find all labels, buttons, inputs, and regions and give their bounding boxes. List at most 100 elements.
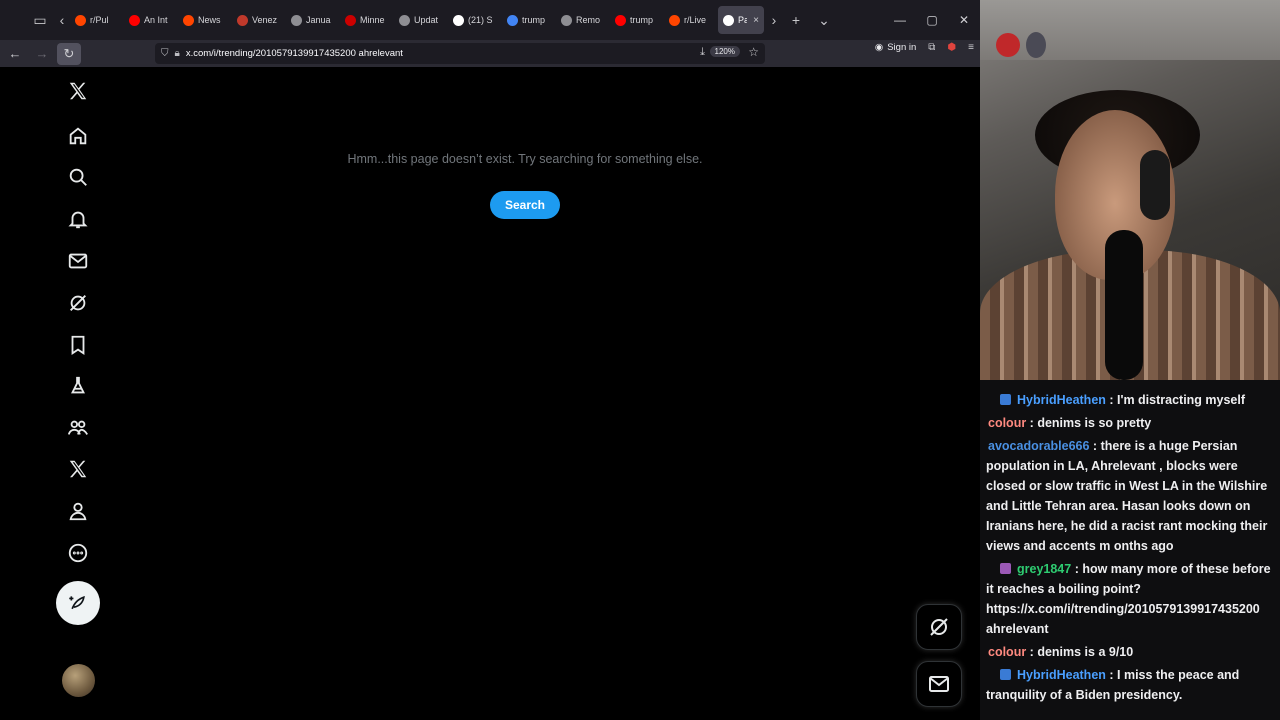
reload-icon[interactable]: ↻ (57, 42, 81, 65)
x-sidebar-nav (53, 67, 103, 720)
tab-favicon-icon (237, 14, 248, 26)
forward-icon[interactable]: → (30, 43, 54, 65)
chat-username[interactable]: HybridHeathen (1017, 393, 1106, 407)
chat-message: grey1847 : how many more of these before… (986, 559, 1280, 639)
streamer-logo-icon (996, 32, 1046, 58)
browser-tab[interactable]: Minne (340, 6, 392, 34)
browser-tab[interactable]: r/Live (664, 6, 716, 34)
extensions-icon[interactable]: ⧉ (928, 42, 935, 53)
bookmark-star-icon[interactable]: ☆ (748, 45, 759, 59)
communities-icon[interactable] (53, 410, 103, 446)
tab-label: Janua (306, 15, 331, 25)
browser-tab[interactable]: Updat (394, 6, 446, 34)
chat-message: HybridHeathen : I miss the peace and tra… (986, 665, 1280, 705)
more-options-icon[interactable] (53, 535, 103, 571)
search-button[interactable]: Search (490, 191, 560, 219)
browser-window: ▭ ‹ r/Pul An Int News Venez Janua Minne Updat (… (0, 0, 980, 720)
ublock-icon[interactable]: ⬢ (947, 42, 956, 53)
browser-tab[interactable]: trump (610, 6, 662, 34)
browser-tab[interactable]: trump (502, 6, 554, 34)
webcam-feed (980, 0, 1280, 380)
jobs-flask-icon[interactable] (53, 368, 103, 404)
url-bar[interactable]: ⛉ 🔒︎ x.com/i/trending/201057913991743520… (155, 43, 765, 64)
chat-badge-icon (1000, 394, 1011, 405)
chat-username[interactable]: colour (988, 645, 1026, 659)
tab-bar: ▭ ‹ r/Pul An Int News Venez Janua Minne Updat (… (0, 0, 980, 40)
browser-tab[interactable]: Venez (232, 6, 284, 34)
minimize-icon[interactable]: — (884, 0, 916, 40)
tab-favicon-icon (669, 14, 680, 26)
tab-overview-icon[interactable]: ▭ (26, 6, 54, 34)
shield-icon[interactable]: ⛉ (161, 48, 169, 59)
chat-username[interactable]: avocadorable666 (988, 439, 1089, 453)
download-icon[interactable]: ⤓ (700, 46, 705, 59)
tab-label: News (198, 15, 221, 25)
chat-username[interactable]: colour (988, 416, 1026, 430)
chat-message: colour : denims is a 9/10 (986, 642, 1280, 662)
tab-favicon-icon (291, 14, 302, 26)
browser-tab[interactable]: r/Pul (70, 6, 122, 34)
x-page: Hmm...this page doesn’t exist. Try searc… (0, 67, 980, 720)
home-icon[interactable] (53, 118, 103, 154)
notifications-bell-icon[interactable] (53, 201, 103, 237)
tab-favicon-icon (723, 14, 734, 26)
chat-username[interactable]: grey1847 (1017, 562, 1071, 576)
maximize-icon[interactable]: ▢ (916, 0, 948, 40)
url-text[interactable]: x.com/i/trending/2010579139917435200 ahr… (186, 48, 403, 59)
chat-message: colour : denims is so pretty (986, 413, 1280, 433)
chat-separator: : (1105, 668, 1118, 682)
scroll-tabs-right-icon[interactable]: › (766, 6, 782, 34)
tab-label: r/Pul (90, 15, 109, 25)
chat-text: denims is so pretty (1037, 416, 1152, 430)
search-icon[interactable] (53, 159, 103, 195)
tab-label: r/Live (684, 15, 707, 25)
chat-badge-icon (1000, 563, 1011, 574)
grok-icon[interactable] (53, 285, 103, 321)
profile-icon[interactable] (53, 493, 103, 529)
scroll-tabs-left-icon[interactable]: ‹ (54, 6, 70, 34)
tab-label: Updat (414, 15, 439, 25)
grok-floating-button[interactable] (916, 604, 962, 650)
sign-in-button[interactable]: ◉ Sign in (875, 42, 916, 53)
close-tab-icon[interactable]: × (753, 15, 759, 26)
bookmarks-icon[interactable] (53, 327, 103, 363)
menu-icon[interactable]: ≡ (968, 42, 974, 53)
feather-plus-icon (69, 595, 85, 610)
compose-post-button[interactable] (56, 581, 100, 625)
chat-badge-icon (1000, 669, 1011, 680)
chat-text: denims is a 9/10 (1037, 645, 1134, 659)
avatar[interactable] (62, 664, 95, 697)
chat-text: I'm distracting myself (1117, 393, 1246, 407)
tab-label: trump (522, 15, 546, 25)
tab-label: Venez (252, 15, 278, 25)
sign-in-label: Sign in (887, 42, 917, 53)
back-icon[interactable]: ← (3, 43, 27, 65)
tab-favicon-icon (507, 14, 518, 26)
messages-envelope-icon[interactable] (53, 243, 103, 279)
close-window-icon[interactable]: ✕ (948, 0, 980, 40)
messages-floating-button[interactable] (916, 661, 962, 707)
tab-strip: r/Pul An Int News Venez Janua Minne Updat (21) … (70, 0, 766, 40)
x-logo-icon[interactable] (53, 73, 103, 109)
chat-username[interactable]: HybridHeathen (1017, 668, 1106, 682)
browser-tab[interactable]: Pag × (718, 6, 764, 34)
premium-x-icon[interactable] (53, 451, 103, 487)
page-not-found-message: Hmm...this page doesn’t exist. Try searc… (347, 152, 703, 166)
browser-tab[interactable]: News (178, 6, 230, 34)
microphone (1105, 230, 1143, 380)
browser-tab[interactable]: (21) S (448, 6, 500, 34)
zoom-level[interactable]: 120% (709, 46, 740, 57)
tab-favicon-icon (615, 14, 626, 26)
stream-chat: HybridHeathen : I'm distracting myself co… (980, 380, 1280, 720)
browser-tab[interactable]: Janua (286, 6, 338, 34)
tab-label: Minne (360, 15, 385, 25)
tab-favicon-icon (345, 14, 356, 26)
browser-tab[interactable]: An Int (124, 6, 176, 34)
new-tab-icon[interactable]: + (782, 6, 810, 34)
chat-message: HybridHeathen : I'm distracting myself (986, 390, 1280, 410)
list-tabs-icon[interactable]: ⌄ (810, 6, 838, 34)
envelope-icon (929, 676, 949, 692)
lock-icon[interactable]: 🔒︎ (175, 48, 180, 59)
chat-message: avocadorable666 : there is a huge Persia… (986, 436, 1280, 556)
browser-tab[interactable]: Remo (556, 6, 608, 34)
